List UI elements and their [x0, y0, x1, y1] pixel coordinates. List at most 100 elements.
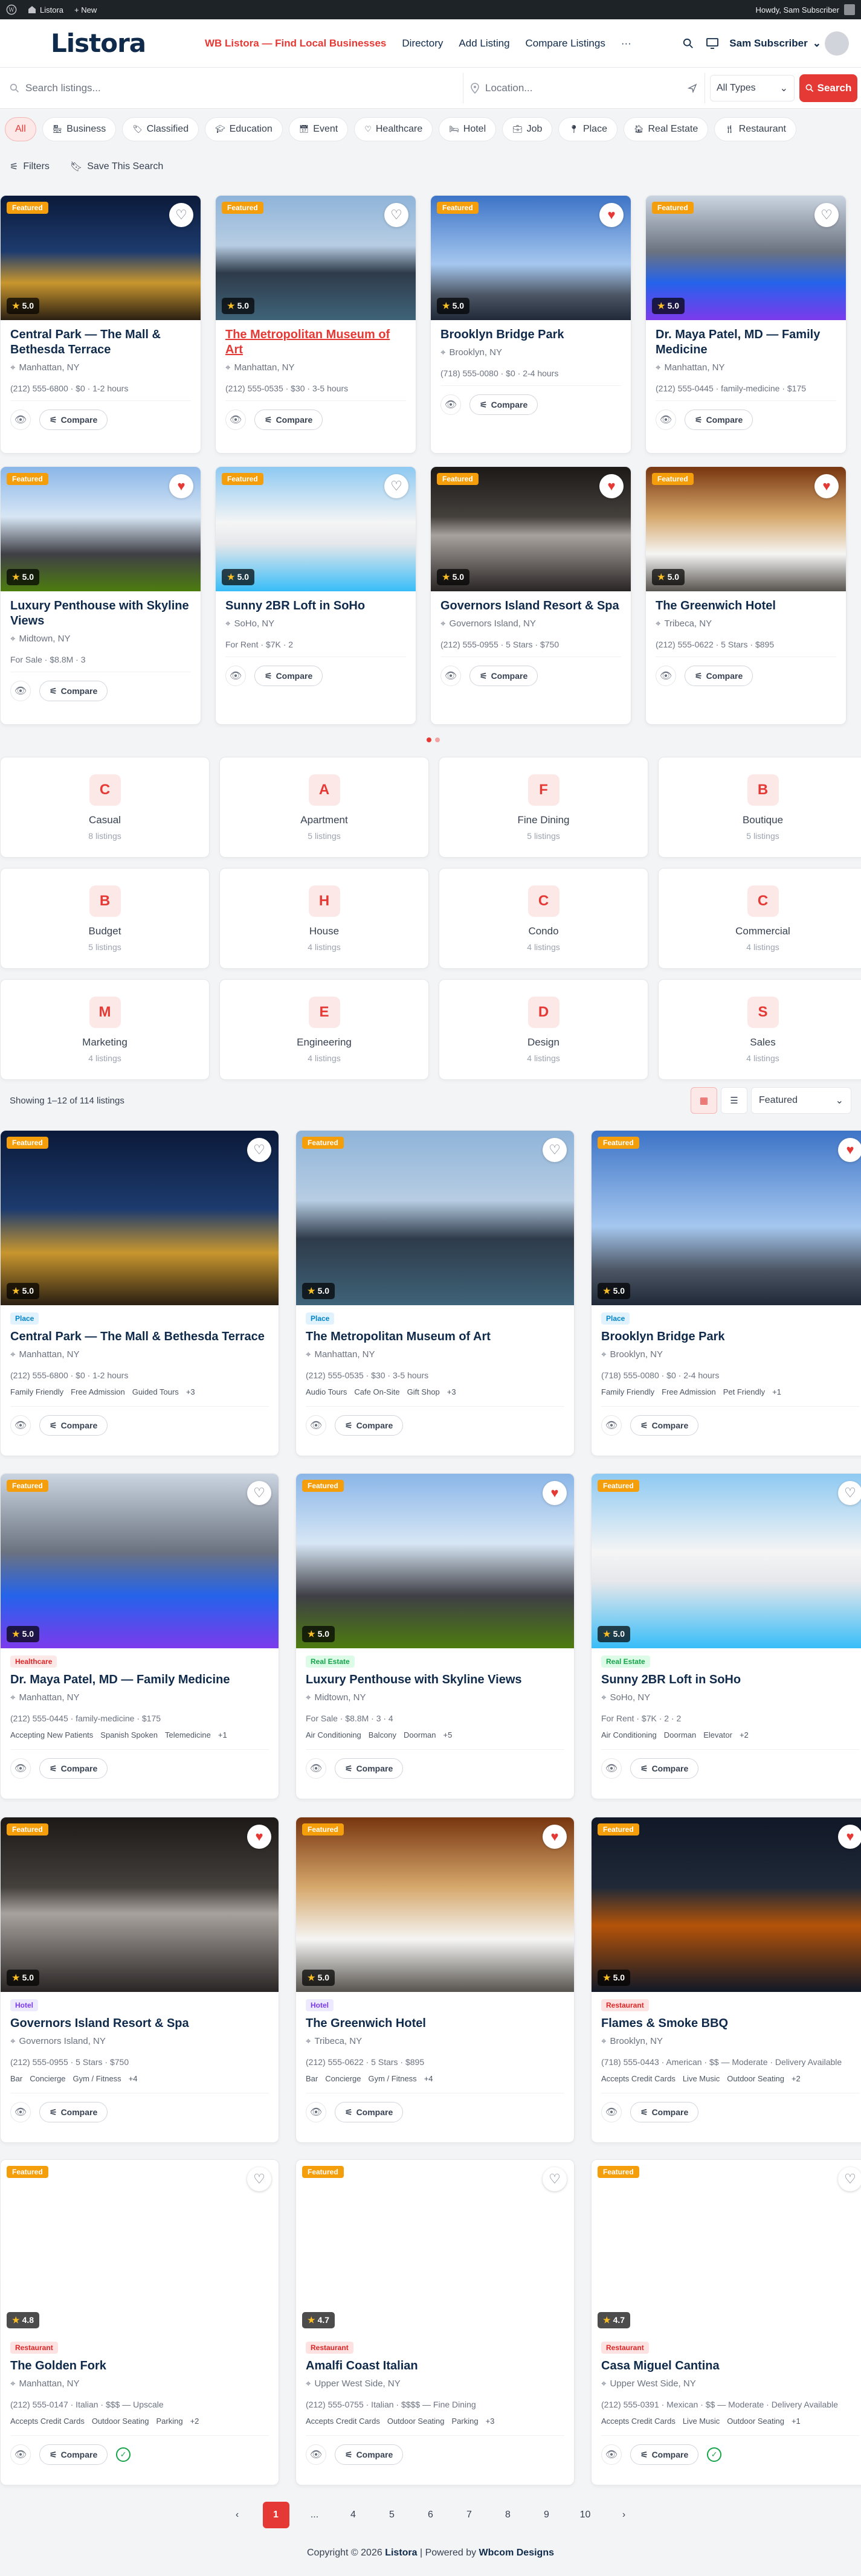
listing-card[interactable]: Featured ♥ ★ 5.0 The Greenwich Hotel ⌖ Tribeca…	[645, 466, 846, 725]
listing-image[interactable]: Featured ♡ ★ 5.0	[1, 196, 201, 320]
listing-card[interactable]: Featured ♥ ★ 5.0 Hotel Governors Island Resor…	[0, 1817, 279, 2143]
filters-button[interactable]: ⚟ Filters	[10, 161, 50, 173]
listing-image[interactable]: Featured ♡ ★ 5.0	[1, 1131, 279, 1305]
listing-title[interactable]: The Greenwich Hotel	[656, 599, 836, 614]
listing-title[interactable]: Dr. Maya Patel, MD — Family Medicine	[10, 1672, 269, 1688]
footer-author-link[interactable]: Wbcom Designs	[479, 2548, 554, 2558]
taxonomy-card[interactable]: D Design 4 listings	[439, 979, 648, 1080]
nav-directory[interactable]: Directory	[402, 37, 443, 50]
page-6[interactable]: 6	[418, 2502, 444, 2528]
compare-button[interactable]: ⚟ Compare	[254, 410, 323, 430]
quick-view-eye-icon[interactable]: 👁︎	[10, 1758, 31, 1779]
listing-image[interactable]: Featured ♥ ★ 5.0	[296, 1817, 574, 1992]
nav-add-listing[interactable]: Add Listing	[459, 37, 509, 50]
quick-view-eye-icon[interactable]: 👁︎	[601, 2444, 622, 2465]
listing-title[interactable]: The Golden Fork	[10, 2359, 269, 2374]
listing-card[interactable]: Featured ♥ ★ 5.0 Restaurant Flames & Smoke BB…	[591, 1817, 861, 2143]
quick-view-eye-icon[interactable]: 👁︎	[225, 410, 246, 430]
listing-card[interactable]: Featured ♡ ★ 4.8 Restaurant The Golden Fork ⌖ M…	[0, 2159, 279, 2485]
next-page-button[interactable]: ›	[611, 2502, 637, 2528]
nav-compare[interactable]: Compare Listings	[526, 37, 605, 50]
listing-card[interactable]: Featured ♥ ★ 5.0 Governors Island Resort & S…	[430, 466, 631, 725]
compare-button[interactable]: ⚟ Compare	[39, 1415, 108, 1436]
quick-view-eye-icon[interactable]: 👁︎	[10, 1415, 31, 1436]
carousel-dot[interactable]	[435, 737, 440, 742]
favorite-heart-icon[interactable]: ♥	[543, 1481, 567, 1505]
quick-view-eye-icon[interactable]: 👁︎	[601, 2102, 622, 2122]
compare-button[interactable]: ⚟ Compare	[335, 2444, 404, 2465]
listing-title[interactable]: Brooklyn Bridge Park	[440, 327, 621, 342]
wp-new-link[interactable]: + New	[74, 5, 97, 14]
compare-button[interactable]: ⚟ Compare	[469, 666, 538, 686]
taxonomy-card[interactable]: E Engineering 4 listings	[219, 979, 429, 1080]
listing-title[interactable]: Amalfi Coast Italian	[306, 2359, 564, 2374]
compare-button[interactable]: ⚟ Compare	[685, 410, 753, 430]
wp-logo-icon[interactable]: W	[6, 4, 17, 15]
listing-card[interactable]: Featured ♡ ★ 5.0 The Metropolitan Museum of …	[215, 195, 416, 454]
quick-view-eye-icon[interactable]: 👁︎	[656, 410, 676, 430]
compare-button[interactable]: ⚟ Compare	[630, 2444, 699, 2465]
chip-place[interactable]: 📍︎ Place	[558, 117, 618, 141]
listing-card[interactable]: Featured ♡ ★ 5.0 Healthcare Dr. Maya Patel, M…	[0, 1473, 279, 1799]
location-input[interactable]: Location...	[463, 72, 705, 103]
listing-title[interactable]: The Metropolitan Museum of Art	[225, 327, 406, 358]
favorite-heart-icon[interactable]: ♥	[543, 1825, 567, 1849]
listing-card[interactable]: Featured ♥ ★ 5.0 Real Estate Luxury Penthouse…	[295, 1473, 575, 1799]
quick-view-eye-icon[interactable]: 👁︎	[656, 666, 676, 686]
listing-title[interactable]: Governors Island Resort & Spa	[10, 2016, 269, 2031]
listing-card[interactable]: Featured ♥ ★ 5.0 Place Brooklyn Bridge Park ⌖ B…	[591, 1130, 861, 1456]
listing-title[interactable]: The Metropolitan Museum of Art	[306, 1329, 564, 1344]
quick-view-eye-icon[interactable]: 👁︎	[601, 1415, 622, 1436]
listing-card[interactable]: Featured ♡ ★ 5.0 Central Park — The Mall & B…	[0, 195, 201, 454]
avatar[interactable]	[825, 31, 849, 56]
chip-real-estate[interactable]: 🏠︎ Real Estate	[623, 117, 709, 141]
favorite-heart-icon[interactable]: ♥	[247, 1825, 271, 1849]
save-search-button[interactable]: 🔖︎ Save This Search	[70, 161, 163, 173]
nav-more[interactable]: ···	[621, 37, 631, 50]
listing-card[interactable]: Featured ♥ ★ 5.0 Luxury Penthouse with Skyli…	[0, 466, 201, 725]
taxonomy-card[interactable]: M Marketing 4 listings	[0, 979, 210, 1080]
type-select[interactable]: All Types ⌄	[710, 74, 795, 101]
compare-button[interactable]: ⚟ Compare	[685, 666, 753, 686]
chip-job[interactable]: 💼︎ Job	[502, 117, 553, 141]
page-5[interactable]: 5	[379, 2502, 405, 2528]
compare-button[interactable]: ⚟ Compare	[39, 2102, 108, 2122]
listing-title[interactable]: Dr. Maya Patel, MD — Family Medicine	[656, 327, 836, 358]
taxonomy-card[interactable]: C Condo 4 listings	[439, 868, 648, 969]
listing-image[interactable]: Featured ♡ ★ 5.0	[1, 1474, 279, 1648]
taxonomy-card[interactable]: B Budget 5 listings	[0, 868, 210, 969]
listing-title[interactable]: Brooklyn Bridge Park	[601, 1329, 860, 1344]
compare-button[interactable]: ⚟ Compare	[469, 394, 538, 415]
listing-image[interactable]: Featured ♥ ★ 5.0	[1, 1817, 279, 1992]
page-7[interactable]: 7	[456, 2502, 483, 2528]
listing-image[interactable]: Featured ♡ ★ 5.0	[216, 467, 416, 591]
nav-home[interactable]: WB Listora — Find Local Businesses	[205, 37, 386, 50]
listing-image[interactable]: Featured ♥ ★ 5.0	[592, 1817, 861, 1992]
favorite-heart-icon[interactable]: ♡	[814, 203, 839, 227]
chip-healthcare[interactable]: ♡ Healthcare	[354, 117, 433, 141]
chip-hotel[interactable]: 🛏︎ Hotel	[439, 117, 497, 141]
quick-view-eye-icon[interactable]: 👁︎	[306, 1415, 326, 1436]
listing-title[interactable]: Governors Island Resort & Spa	[440, 599, 621, 614]
favorite-heart-icon[interactable]: ♡	[247, 1481, 271, 1505]
favorite-heart-icon[interactable]: ♡	[543, 1138, 567, 1162]
compare-button[interactable]: ⚟ Compare	[39, 1758, 108, 1779]
quick-view-eye-icon[interactable]: 👁︎	[306, 2102, 326, 2122]
favorite-heart-icon[interactable]: ♡	[384, 474, 408, 498]
chip-education[interactable]: 🎓︎ Education	[205, 117, 283, 141]
quick-view-eye-icon[interactable]: 👁︎	[601, 1758, 622, 1779]
compare-button[interactable]: ⚟ Compare	[335, 1758, 404, 1779]
chip-event[interactable]: 📅︎ Event	[288, 117, 349, 141]
listing-title[interactable]: Luxury Penthouse with Skyline Views	[10, 599, 191, 629]
listing-title[interactable]: The Greenwich Hotel	[306, 2016, 564, 2031]
compare-button[interactable]: ⚟ Compare	[630, 2102, 699, 2122]
page-8[interactable]: 8	[495, 2502, 521, 2528]
listing-image[interactable]: Featured ♡ ★ 4.7	[592, 2160, 861, 2334]
listing-image[interactable]: Featured ♡ ★ 5.0	[646, 196, 846, 320]
compare-button[interactable]: ⚟ Compare	[335, 2102, 404, 2122]
favorite-heart-icon[interactable]: ♡	[384, 203, 408, 227]
monitor-icon[interactable]	[706, 37, 719, 50]
listing-image[interactable]: Featured ♡ ★ 5.0	[592, 1474, 861, 1648]
listing-image[interactable]: Featured ♡ ★ 5.0	[216, 196, 416, 320]
listing-card[interactable]: Featured ♥ ★ 5.0 Hotel The Greenwich Hotel ⌖ Tr…	[295, 1817, 575, 2143]
